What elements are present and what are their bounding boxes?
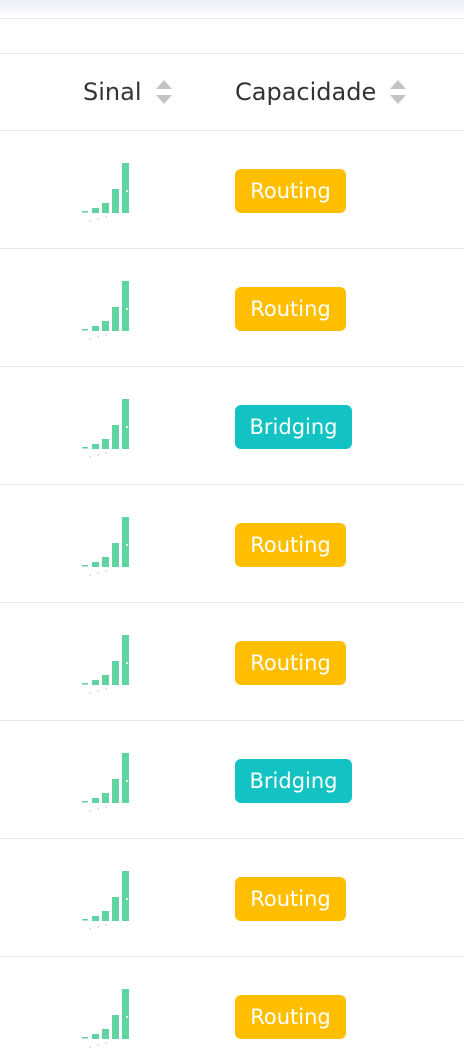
signal-strength-icon <box>82 989 129 1048</box>
column-header-sinal[interactable]: Sinal <box>83 78 172 106</box>
top-bar <box>0 0 464 19</box>
capacity-tag: Bridging <box>235 759 352 803</box>
signal-strength-icon <box>82 635 129 694</box>
sort-asc-icon[interactable] <box>390 80 407 89</box>
table-header: Sinal Capacidade <box>0 53 464 131</box>
table-row[interactable]: Routing <box>0 249 464 367</box>
capacity-tag: Routing <box>235 995 346 1039</box>
column-header-label: Sinal <box>83 78 142 106</box>
column-header-capacidade[interactable]: Capacidade <box>235 78 407 106</box>
signal-strength-icon <box>82 517 129 576</box>
table-row[interactable]: Routing <box>0 603 464 721</box>
table-row[interactable]: Bridging <box>0 367 464 485</box>
capacity-tag: Routing <box>235 169 346 213</box>
table-row[interactable]: Routing <box>0 485 464 603</box>
signal-strength-icon <box>82 753 129 812</box>
column-header-label: Capacidade <box>235 78 377 106</box>
sort-desc-icon[interactable] <box>155 95 172 104</box>
signal-strength-icon <box>82 281 129 340</box>
capacity-tag: Routing <box>235 877 346 921</box>
capacity-tag: Bridging <box>235 405 352 449</box>
signal-strength-icon <box>82 871 129 930</box>
sort-icon[interactable] <box>390 78 407 106</box>
sort-desc-icon[interactable] <box>390 95 407 104</box>
table-row[interactable]: Routing <box>0 131 464 249</box>
page: Sinal Capacidade Routing Routing Bridging R… <box>0 0 464 1060</box>
sort-icon[interactable] <box>155 78 172 106</box>
signal-strength-icon <box>82 163 129 222</box>
table-row[interactable]: Routing <box>0 957 464 1060</box>
capacity-tag: Routing <box>235 641 346 685</box>
signal-strength-icon <box>82 399 129 458</box>
capacity-tag: Routing <box>235 287 346 331</box>
table-row[interactable]: Bridging <box>0 721 464 839</box>
capacity-tag: Routing <box>235 523 346 567</box>
sort-asc-icon[interactable] <box>155 80 172 89</box>
table-row[interactable]: Routing <box>0 839 464 957</box>
